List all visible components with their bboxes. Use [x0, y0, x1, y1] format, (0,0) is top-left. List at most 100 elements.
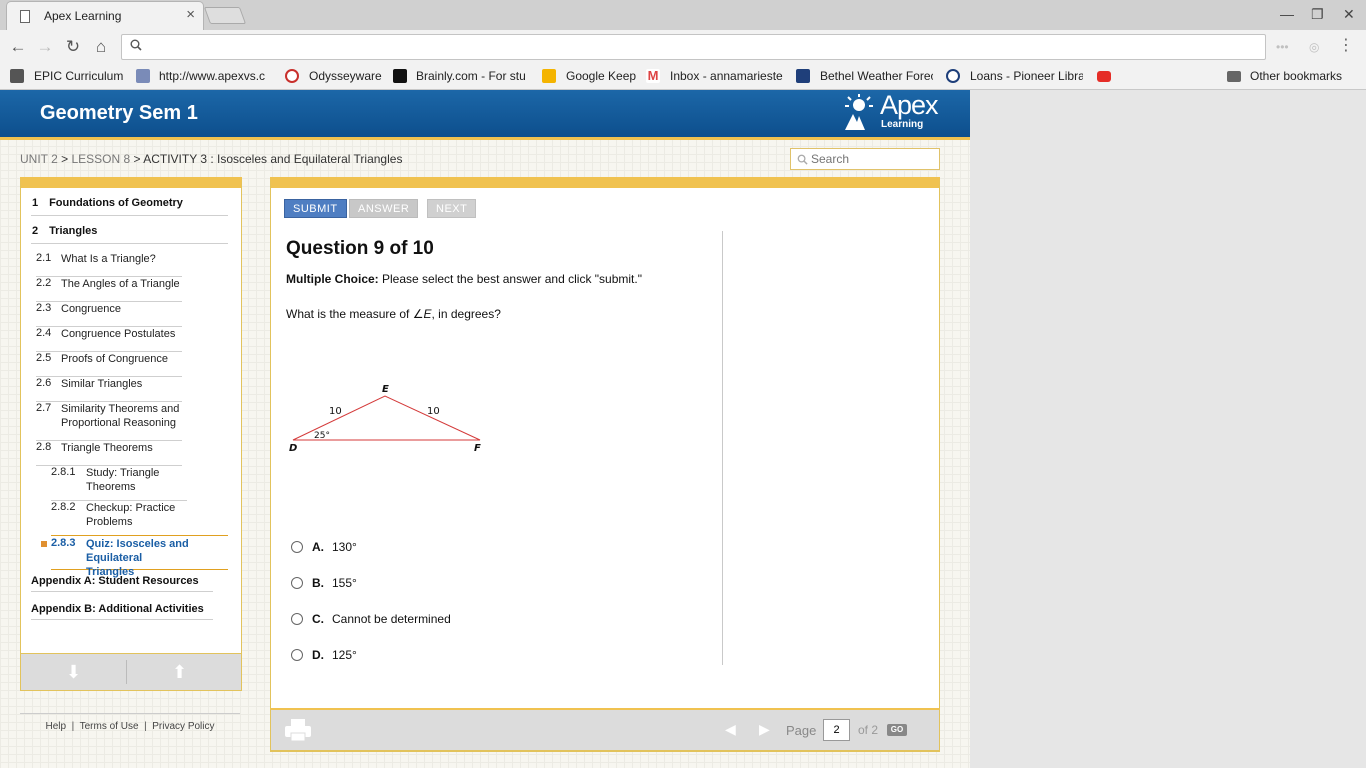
unit-number: 2: [32, 225, 39, 237]
search-input[interactable]: [811, 151, 935, 167]
home-icon[interactable]: ⌂: [90, 36, 112, 58]
lesson-label: Congruence Postulates: [61, 328, 176, 340]
divider: [126, 660, 127, 684]
instruction-text: Please select the best answer and click …: [378, 272, 642, 286]
divider: |: [71, 721, 75, 732]
sidebar-lesson-2-6[interactable]: 2.6 Similar Triangles: [36, 377, 182, 402]
bookmark-pioneer[interactable]: Loans - Pioneer Libra: [970, 69, 1083, 83]
sublesson-label: Study: Triangle Theorems: [86, 467, 160, 493]
sublesson-number: 2.8.3: [51, 537, 76, 549]
forward-arrow-icon[interactable]: →: [34, 36, 56, 58]
sidebar-lesson-2-3[interactable]: 2.3 Congruence: [36, 302, 182, 327]
page-label: Page: [786, 723, 817, 738]
answer-button[interactable]: ANSWER: [349, 199, 419, 218]
vertex-f-label: F: [474, 443, 481, 454]
sidebar-lesson-2-7[interactable]: 2.7 Similarity Theorems and Proportional…: [36, 402, 182, 441]
sidebar-sublesson-2-8-1[interactable]: 2.8.1 Study: Triangle Theorems: [51, 466, 187, 501]
radio-choice-b[interactable]: [291, 577, 303, 589]
pioneer-favicon-icon: [946, 69, 960, 83]
bookmark-google-keep[interactable]: Google Keep: [566, 69, 638, 83]
bookmark-inbox[interactable]: Inbox - annamarieste: [670, 69, 783, 83]
sidebar-sublesson-2-8-3[interactable]: 2.8.3 Quiz: Isosceles and Equilateral Tr…: [41, 535, 228, 578]
help-link[interactable]: Help: [45, 721, 66, 732]
choice-text: Cannot be determined: [332, 612, 451, 626]
go-button[interactable]: GO: [887, 724, 907, 736]
brainly-favicon-icon: [393, 69, 407, 83]
sublesson-number: 2.8.2: [51, 501, 76, 513]
print-icon[interactable]: [284, 718, 312, 742]
sidebar-lesson-2-8[interactable]: 2.8 Triangle Theorems: [36, 441, 182, 466]
scroll-up-icon[interactable]: ⬆: [172, 662, 187, 683]
next-page-icon[interactable]: ▶: [759, 721, 770, 738]
address-bar[interactable]: [121, 34, 1266, 60]
next-button[interactable]: NEXT: [427, 199, 477, 218]
choice-letter: D.: [312, 648, 324, 662]
lesson-number: 2.3: [36, 302, 52, 314]
extension-icon[interactable]: •••: [1276, 40, 1289, 54]
lesson-label: Congruence: [61, 303, 121, 315]
sidebar-unit-2[interactable]: 2 Triangles: [31, 216, 228, 244]
browser-tab-active[interactable]: Apex Learning ×: [6, 1, 204, 30]
prompt-text: What is the measure of: [286, 307, 413, 321]
breadcrumb-unit[interactable]: UNIT 2: [20, 152, 58, 166]
page-content: Geometry Sem 1 Apex Learning UNIT 2 > LE…: [0, 90, 970, 768]
scroll-down-icon[interactable]: ⬇: [66, 662, 81, 683]
back-arrow-icon[interactable]: ←: [7, 36, 29, 58]
unit-label: Foundations of Geometry: [49, 197, 183, 209]
breadcrumb: UNIT 2 > LESSON 8 > ACTIVITY 3 : Isoscel…: [20, 152, 402, 166]
apex-logo-sub: Learning: [881, 119, 924, 130]
submit-button[interactable]: SUBMIT: [284, 199, 347, 218]
extension-shield-icon[interactable]: ◎: [1309, 40, 1319, 54]
bookmark-odysseyware[interactable]: Odysseyware: [309, 69, 384, 83]
sublesson-number: 2.8.1: [51, 466, 76, 478]
previous-page-icon[interactable]: ◀: [725, 721, 736, 738]
new-tab-button[interactable]: [203, 7, 247, 24]
sidebar-appendix-a[interactable]: Appendix A: Student Resources: [31, 568, 213, 592]
lesson-label: Similar Triangles: [61, 378, 143, 390]
radio-choice-a[interactable]: [291, 541, 303, 553]
odysseyware-favicon-icon: [285, 69, 299, 83]
privacy-link[interactable]: Privacy Policy: [152, 721, 214, 732]
question-prompt: What is the measure of ∠E, in degrees?: [286, 307, 501, 321]
breadcrumb-lesson[interactable]: LESSON 8: [71, 152, 130, 166]
sidebar-lesson-2-5[interactable]: 2.5 Proofs of Congruence: [36, 352, 182, 377]
radio-choice-c[interactable]: [291, 613, 303, 625]
bookmark-epic[interactable]: EPIC Curriculum: [34, 69, 126, 83]
sidebar-lesson-2-2[interactable]: 2.2 The Angles of a Triangle: [36, 277, 182, 302]
close-window-icon[interactable]: ✕: [1343, 5, 1355, 23]
bookmark-apexvs[interactable]: http://www.apexvs.c: [159, 69, 271, 83]
bookmark-weather[interactable]: Bethel Weather Forec: [820, 69, 933, 83]
gmail-favicon-icon: M: [646, 68, 660, 83]
course-title: Geometry Sem 1: [40, 102, 198, 124]
browser-menu-icon[interactable]: ⋮: [1338, 36, 1354, 56]
lesson-number: 2.2: [36, 277, 52, 289]
terms-link[interactable]: Terms of Use: [80, 721, 139, 732]
unit-number: 1: [32, 197, 39, 209]
instruction-label: Multiple Choice:: [286, 272, 379, 286]
bookmark-brainly[interactable]: Brainly.com - For stu: [416, 69, 528, 83]
apex-logo[interactable]: Apex Learning: [843, 90, 939, 134]
sidebar-lesson-2-4[interactable]: 2.4 Congruence Postulates: [36, 327, 182, 352]
sidebar-sublesson-2-8-2[interactable]: 2.8.2 Checkup: Practice Problems: [51, 501, 187, 536]
youtube-favicon-icon[interactable]: [1097, 71, 1111, 82]
apex-logo-mark-icon: [845, 94, 873, 130]
lesson-label: Similarity Theorems and Proportional Rea…: [61, 403, 180, 429]
prompt-text-end: , in degrees?: [431, 307, 501, 321]
lesson-number: 2.7: [36, 402, 52, 414]
sidebar-scroll-controls: ⬇ ⬆: [20, 653, 242, 691]
choice-text: 130°: [332, 540, 357, 554]
page-number-input[interactable]: [823, 719, 850, 741]
other-bookmarks[interactable]: Other bookmarks: [1250, 69, 1342, 83]
choice-text: 155°: [332, 576, 357, 590]
reload-icon[interactable]: ↻: [62, 36, 84, 58]
radio-choice-d[interactable]: [291, 649, 303, 661]
restore-icon[interactable]: ❐: [1311, 5, 1324, 23]
tab-close-icon[interactable]: ×: [186, 7, 195, 23]
sidebar-unit-1[interactable]: 1 Foundations of Geometry: [31, 188, 228, 216]
minimize-icon[interactable]: —: [1280, 5, 1294, 23]
sidebar-appendix-b[interactable]: Appendix B: Additional Activities: [31, 596, 213, 620]
sidebar-lesson-2-1[interactable]: 2.1 What Is a Triangle?: [36, 252, 182, 277]
choice-letter: C.: [312, 612, 324, 626]
bookmarks-bar: EPIC Curriculum http://www.apexvs.c Odys…: [0, 63, 1366, 90]
divider: |: [144, 721, 147, 732]
